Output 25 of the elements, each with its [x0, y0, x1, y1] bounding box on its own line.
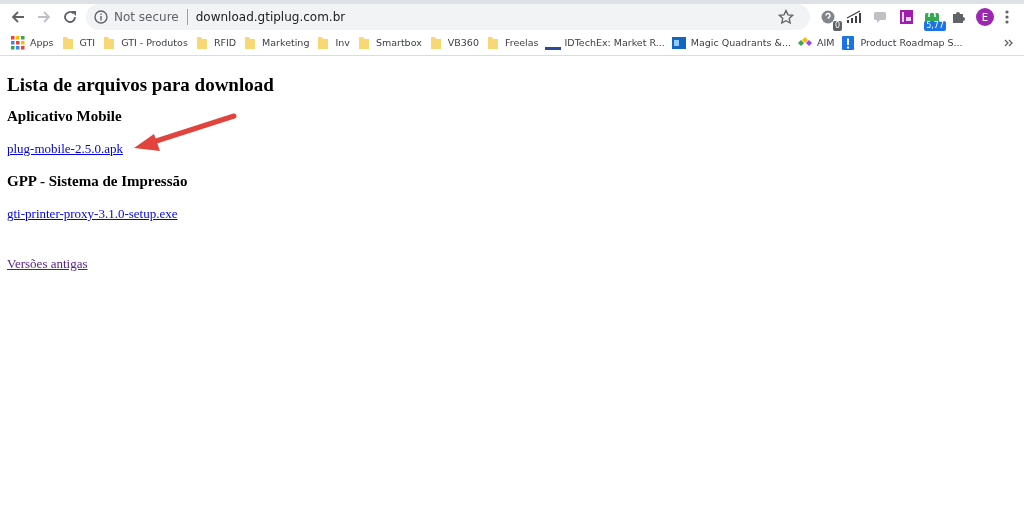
page-title: Lista de arquivos para download — [7, 74, 275, 96]
file-link[interactable]: plug-mobile-2.5.0.apk — [7, 141, 123, 156]
bookmark[interactable]: Smartbox — [355, 34, 422, 51]
extension-badge: 0 — [832, 21, 842, 31]
bookmark[interactable]: GTI - Produtos — [101, 34, 188, 51]
file-link[interactable]: gti-printer-proxy-3.1.0-setup.exe — [7, 206, 178, 221]
bookmark[interactable]: RFID — [193, 34, 237, 51]
extension-badge: 5,77 — [924, 21, 946, 31]
file-link[interactable]: Versões antigas — [7, 256, 88, 271]
bookmark[interactable]: GTI — [59, 34, 96, 51]
bookmark[interactable]: Inv — [315, 34, 350, 51]
url-text: download.gtiplug.com.br — [195, 10, 346, 24]
bookmark[interactable]: VB360 — [427, 34, 479, 51]
security-label: Not secure — [114, 10, 179, 24]
bookmark[interactable]: IDTechEx: Market R... — [544, 35, 665, 50]
section-heading: Aplicativo Mobile — [7, 108, 123, 125]
bookmark[interactable]: Marketing — [242, 34, 310, 51]
bookmark[interactable]: Product Roadmap S... — [840, 34, 963, 51]
bookmark[interactable]: AIM — [797, 34, 835, 51]
section-heading: GPP - Sistema de Impressão — [7, 173, 189, 190]
bookmark[interactable]: Apps — [10, 34, 54, 51]
bookmark[interactable]: Freelas — [484, 34, 539, 51]
bookmark[interactable]: Magic Quadrants &... — [670, 34, 791, 51]
address-bar[interactable]: Not secure download.gtiplug.com.br — [86, 4, 810, 30]
profile-avatar[interactable]: E — [976, 8, 994, 26]
